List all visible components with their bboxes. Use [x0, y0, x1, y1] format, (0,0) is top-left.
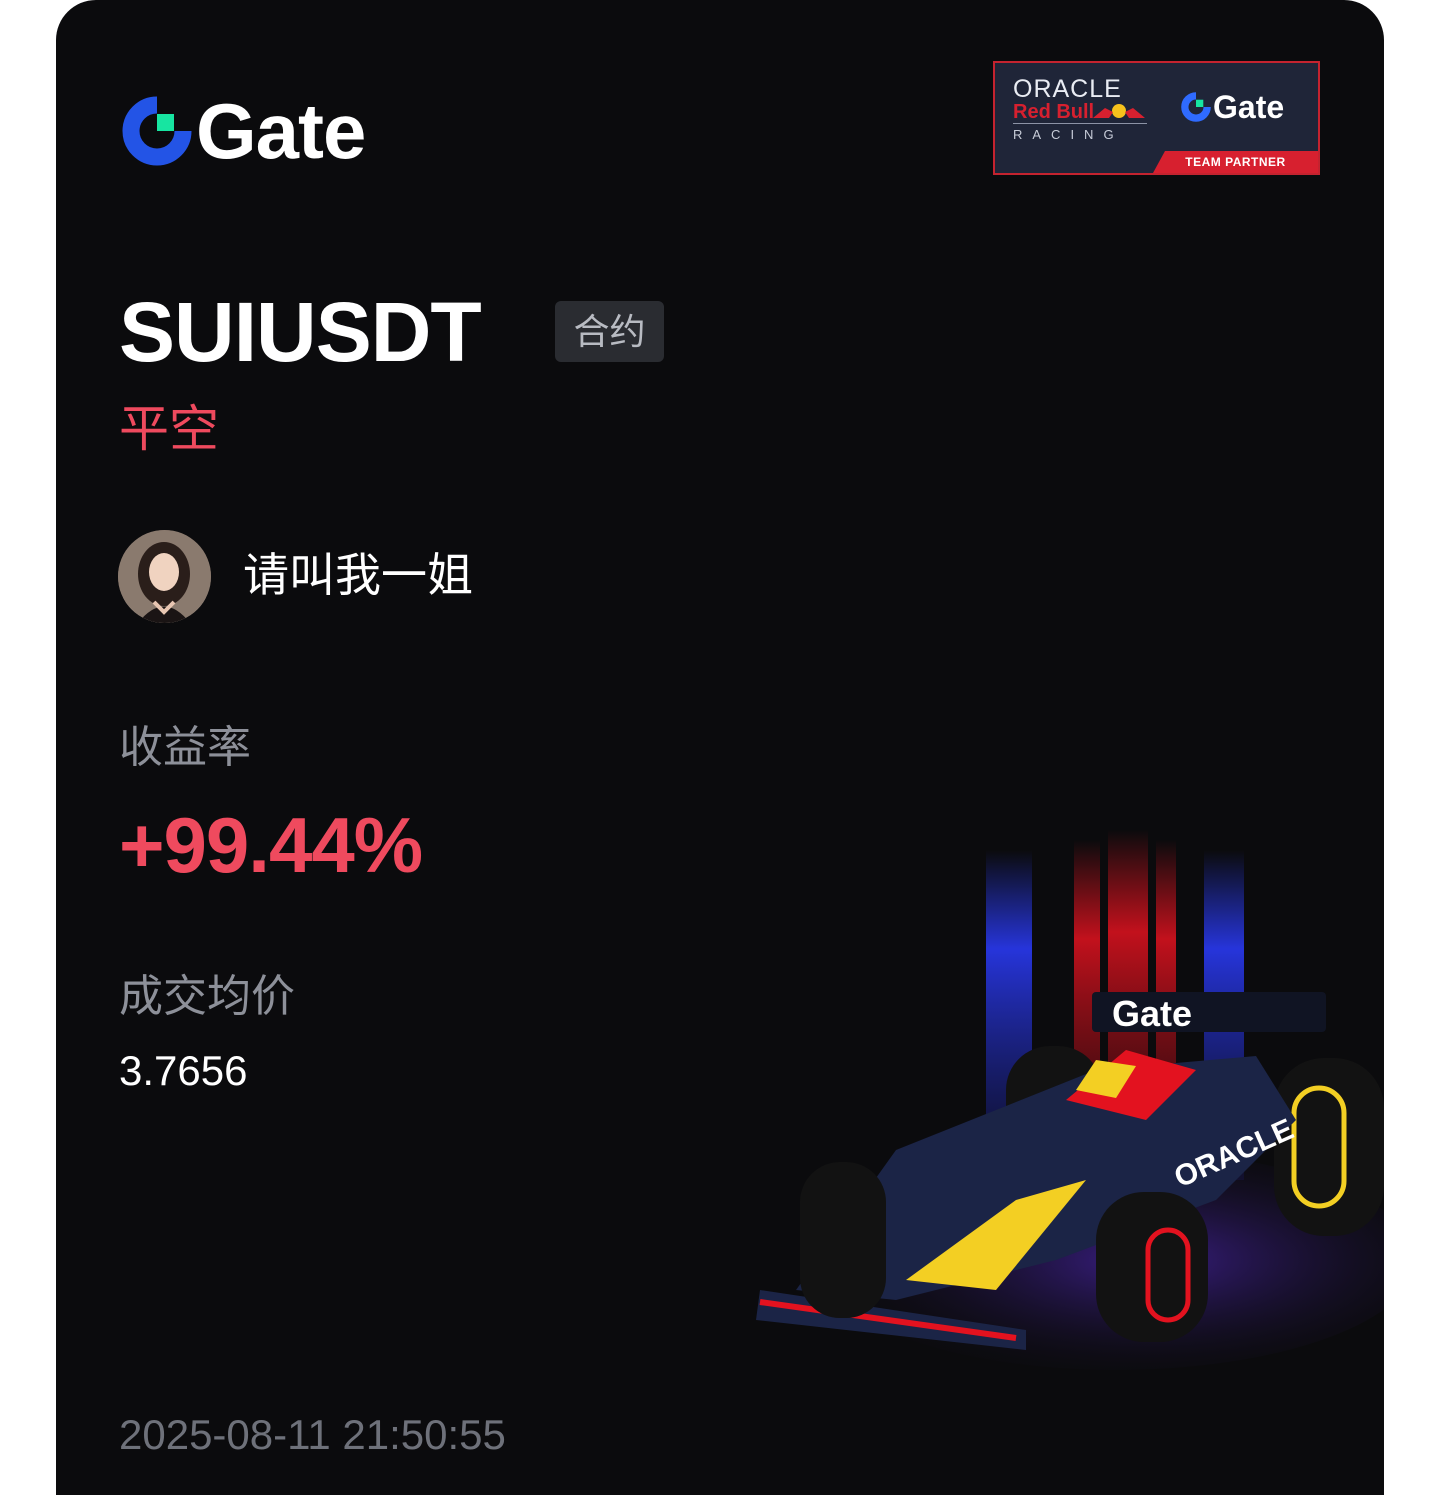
partner-gate-text: Gate: [1213, 89, 1285, 125]
f1-car-illustration: Gate ORACLE: [756, 830, 1384, 1370]
avatar: [118, 530, 211, 623]
team-partner-badge: ORACLE Red Bull RACING Gate TEAM PARTNER: [993, 61, 1320, 175]
partner-divider: [1013, 123, 1147, 124]
gate-logo-icon: [122, 96, 192, 166]
ror-label: 收益率: [119, 722, 251, 773]
timestamp: 2025-08-11 21:50:55: [119, 1411, 506, 1458]
ror-value: +99.44%: [119, 801, 423, 889]
avatar-portrait-icon: [118, 530, 211, 623]
username: 请叫我一姐: [243, 548, 473, 602]
partner-gate-logo: Gate: [1181, 91, 1284, 123]
avg-price-value: 3.7656: [119, 1047, 248, 1094]
trade-side: 平空: [119, 400, 219, 458]
team-partner-banner: TEAM PARTNER: [1153, 151, 1318, 173]
redbull-bull-icon: [1093, 104, 1145, 118]
redbull-text: Red Bull: [1013, 101, 1095, 123]
contract-tag: 合约: [555, 301, 664, 362]
racing-text: RACING: [1013, 127, 1124, 142]
partner-gate-icon: [1181, 92, 1211, 122]
trade-symbol: SUIUSDT: [119, 285, 482, 379]
gate-logo-text: Gate: [196, 87, 366, 175]
svg-text:Gate: Gate: [1112, 993, 1192, 1034]
avg-price-label: 成交均价: [119, 971, 295, 1022]
gate-logo: Gate: [122, 87, 366, 175]
share-card: Gate ORACLE Red Bull RACING Gate TEAM PA…: [56, 0, 1384, 1495]
